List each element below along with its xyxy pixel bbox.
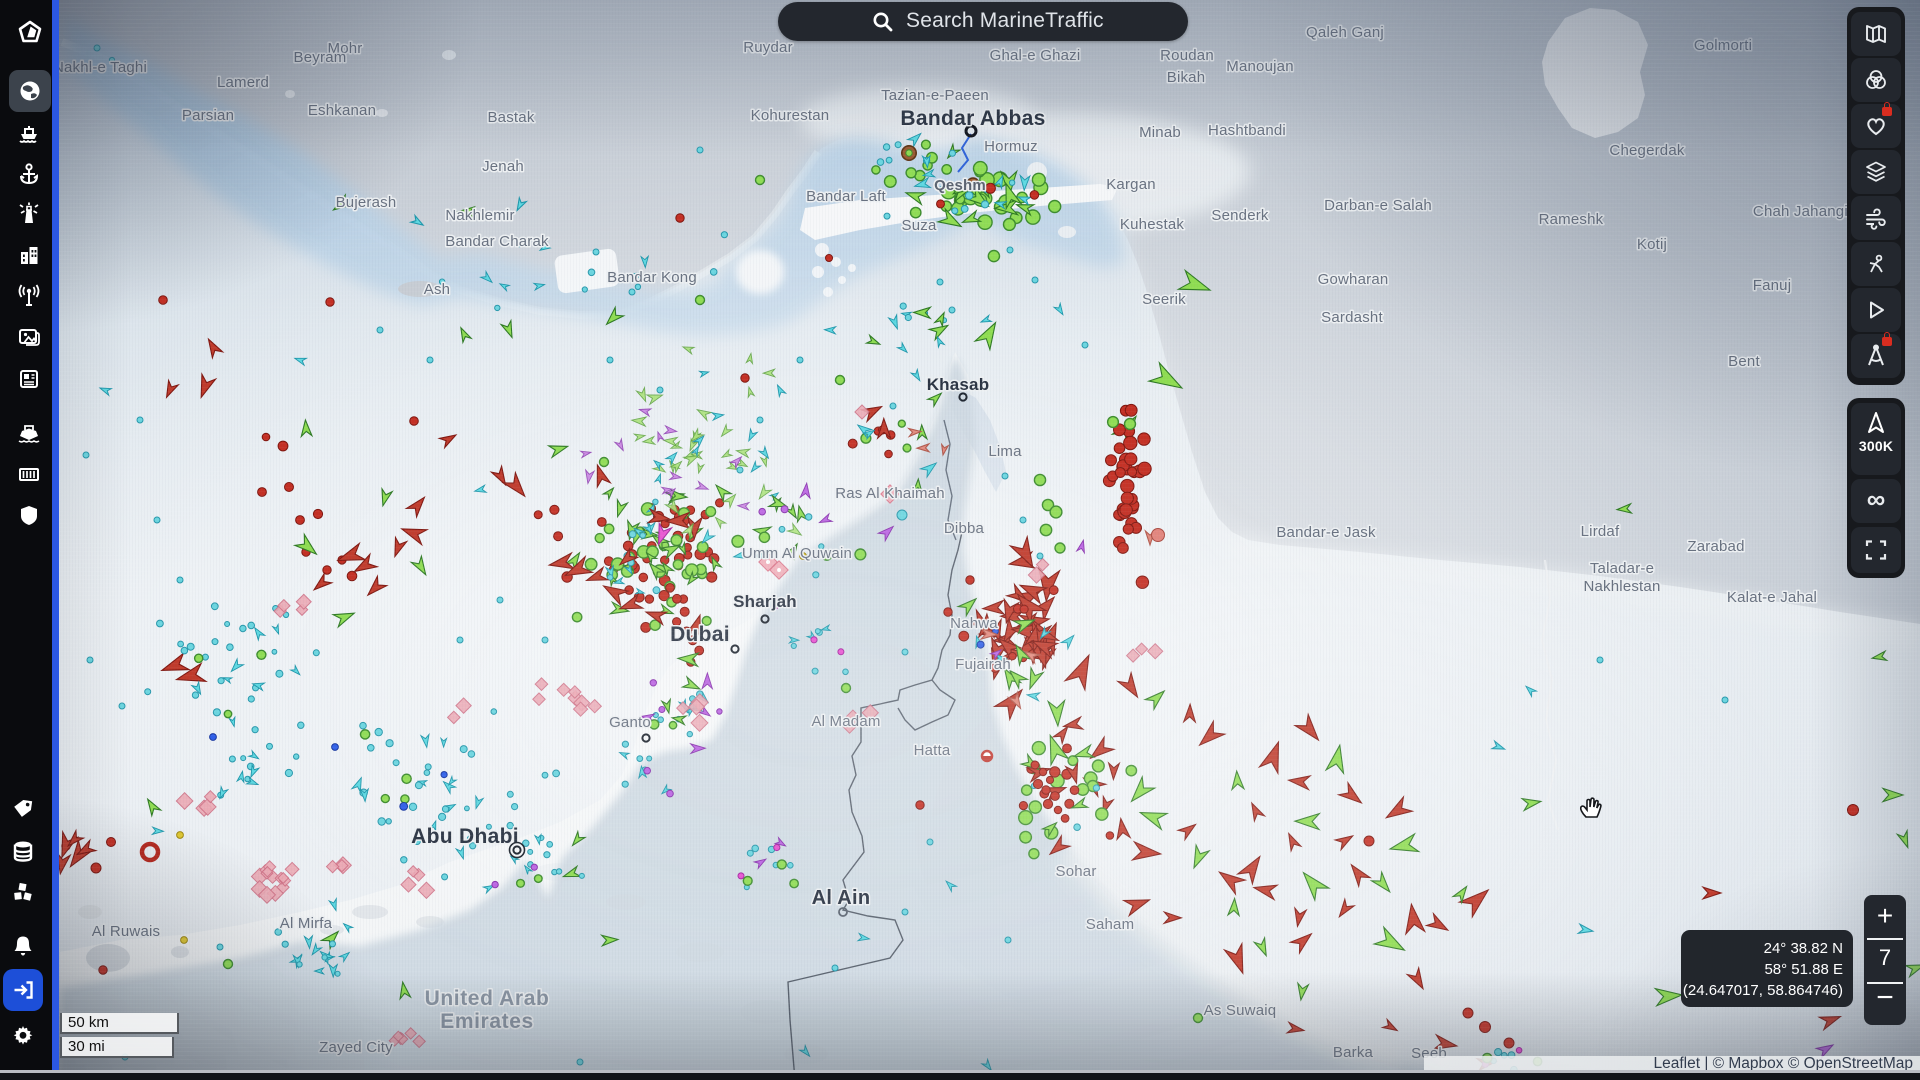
svg-text:Nakhlemir: Nakhlemir — [445, 207, 514, 224]
svg-text:Bikah: Bikah — [1167, 69, 1206, 86]
svg-text:As Suwaiq: As Suwaiq — [1204, 1002, 1277, 1019]
svg-text:Al Ruwais: Al Ruwais — [92, 923, 161, 940]
svg-text:Darban-e Salah: Darban-e Salah — [1324, 197, 1432, 214]
svg-text:Qaleh Ganj: Qaleh Ganj — [1306, 24, 1384, 41]
svg-text:United Arab: United Arab — [425, 987, 550, 1010]
svg-text:Bujerash: Bujerash — [336, 194, 397, 211]
svg-text:Umm Al Quwain: Umm Al Quwain — [742, 545, 852, 562]
svg-text:Sharjah: Sharjah — [733, 592, 797, 611]
svg-text:Tazian-e-Paeen: Tazian-e-Paeen — [881, 87, 989, 104]
svg-text:Sohar: Sohar — [1055, 863, 1096, 880]
svg-text:Manoujan: Manoujan — [1226, 58, 1293, 75]
svg-text:Ruydar: Ruydar — [743, 39, 793, 56]
svg-text:Sardasht: Sardasht — [1321, 309, 1383, 326]
svg-text:Lima: Lima — [988, 443, 1022, 460]
svg-text:Gowharan: Gowharan — [1318, 271, 1389, 288]
svg-text:Suza: Suza — [902, 217, 937, 234]
svg-text:Hormuz: Hormuz — [984, 138, 1038, 155]
svg-text:Bandar Charak: Bandar Charak — [445, 233, 549, 250]
svg-text:Eshkanan: Eshkanan — [308, 102, 376, 119]
svg-text:Jenah: Jenah — [482, 158, 524, 175]
svg-text:Dibba: Dibba — [944, 520, 985, 537]
svg-text:Saham: Saham — [1086, 916, 1135, 933]
svg-text:Nakhl-e Taghi: Nakhl-e Taghi — [53, 59, 147, 76]
svg-text:Al Madam: Al Madam — [811, 713, 880, 730]
svg-text:Kargan: Kargan — [1106, 176, 1156, 193]
svg-text:Bent: Bent — [1728, 353, 1760, 370]
svg-text:Dubai: Dubai — [670, 623, 730, 646]
svg-text:Al Ain: Al Ain — [812, 887, 871, 909]
svg-text:Hatta: Hatta — [914, 742, 951, 759]
svg-text:Taladar-e: Taladar-e — [1590, 560, 1654, 577]
svg-text:Ash: Ash — [424, 281, 450, 298]
svg-text:Bandar Laft: Bandar Laft — [806, 188, 886, 205]
svg-text:Senderk: Senderk — [1211, 207, 1269, 224]
svg-text:Bastak: Bastak — [487, 109, 534, 126]
svg-text:Khasab: Khasab — [927, 375, 990, 394]
svg-text:Lamerd: Lamerd — [217, 74, 269, 91]
svg-text:Emirates: Emirates — [440, 1010, 534, 1033]
svg-text:Zarabad: Zarabad — [1687, 538, 1744, 555]
svg-text:Qeshm: Qeshm — [934, 177, 986, 194]
svg-text:Zayed City: Zayed City — [319, 1039, 393, 1056]
svg-text:Ghal-e Ghazi: Ghal-e Ghazi — [990, 47, 1081, 64]
svg-text:Ganto: Ganto — [609, 714, 651, 731]
svg-text:Bandar Abbas: Bandar Abbas — [900, 107, 1045, 130]
svg-text:Barka: Barka — [1333, 1044, 1374, 1061]
svg-text:Bandar Kong: Bandar Kong — [607, 269, 697, 286]
svg-text:Nakhlestan: Nakhlestan — [1583, 578, 1660, 595]
svg-text:Al Mirfa: Al Mirfa — [280, 915, 333, 932]
svg-text:Bandar-e Jask: Bandar-e Jask — [1276, 524, 1376, 541]
svg-text:Kotij: Kotij — [1637, 236, 1667, 253]
svg-text:Beyram: Beyram — [294, 49, 347, 66]
svg-text:Nahwa: Nahwa — [950, 615, 998, 632]
svg-text:Lirdaf: Lirdaf — [1581, 523, 1620, 540]
svg-text:Seerik: Seerik — [1142, 291, 1186, 308]
svg-text:Kohurestan: Kohurestan — [751, 107, 830, 124]
svg-text:Parsian: Parsian — [182, 107, 234, 124]
svg-text:Roudan: Roudan — [1160, 47, 1214, 64]
svg-text:Fujairah: Fujairah — [955, 656, 1011, 673]
svg-text:Minab: Minab — [1139, 124, 1181, 141]
svg-text:Chah Jahangir: Chah Jahangir — [1753, 203, 1853, 220]
svg-text:Kuhestak: Kuhestak — [1120, 216, 1184, 233]
svg-text:Chegerdak: Chegerdak — [1609, 142, 1684, 159]
svg-text:Rameshk: Rameshk — [1539, 211, 1604, 228]
svg-text:Ras Al Khaimah: Ras Al Khaimah — [835, 485, 945, 502]
svg-text:Golmorti: Golmorti — [1694, 37, 1752, 54]
svg-text:Abu Dhabi: Abu Dhabi — [411, 825, 519, 848]
svg-text:Kalat-e Jahal: Kalat-e Jahal — [1727, 589, 1817, 606]
svg-text:Fanuj: Fanuj — [1753, 277, 1792, 294]
svg-text:Hashtbandi: Hashtbandi — [1208, 122, 1286, 139]
